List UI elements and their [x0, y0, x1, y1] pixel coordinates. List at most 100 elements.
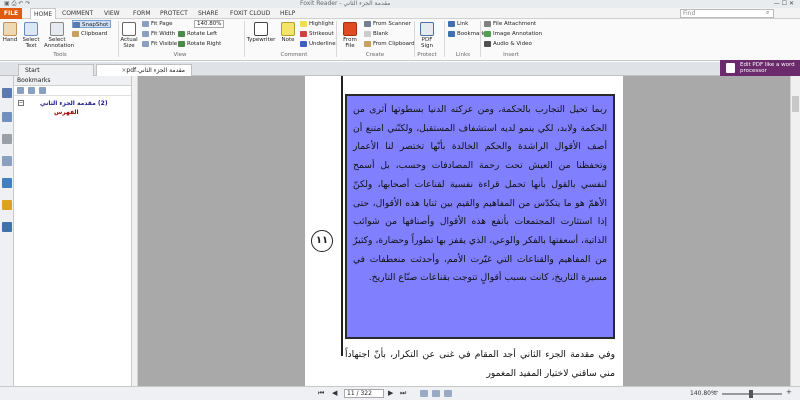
zoom-slider-knob[interactable] [749, 390, 753, 398]
highlight-button[interactable]: Highlight [300, 20, 334, 28]
collapse-toggle-icon[interactable]: − [18, 100, 24, 106]
typewriter-button[interactable]: Typewriter [246, 22, 276, 43]
fit-width-button[interactable]: Fit Width [142, 30, 175, 38]
bookmarks-header: Bookmarks [14, 76, 131, 86]
layers-panel-icon[interactable] [2, 156, 12, 166]
blank-button[interactable]: Blank [364, 30, 388, 38]
bookmark-icon [448, 30, 455, 37]
facing-view-icon[interactable] [444, 390, 452, 397]
zoom-in-icon[interactable]: + [786, 388, 792, 396]
tab-protect[interactable]: PROTECT [160, 8, 188, 19]
page-number-circle: ١١ [311, 230, 333, 252]
tab-start[interactable]: Start [18, 64, 94, 76]
ribbon-divider [336, 21, 337, 57]
rotate-left-icon [178, 30, 185, 37]
rotate-right-icon [178, 40, 185, 47]
clipboard-icon [72, 30, 79, 37]
single-page-view-icon[interactable] [420, 390, 428, 397]
blank-page-icon [364, 30, 371, 37]
previous-page-icon[interactable]: ◀ [332, 389, 337, 397]
document-tab-bar: Start مقدمة الجزء الثاني.pdf× [0, 62, 720, 76]
highlighted-paragraph[interactable]: ربما تحيل التجارب بالحكمة، ومن عركته الد… [345, 94, 615, 339]
fit-page-icon [142, 20, 149, 27]
pages-panel-icon[interactable] [2, 112, 12, 122]
tab-comment[interactable]: COMMENT [62, 8, 93, 19]
scrollbar-thumb[interactable] [792, 96, 799, 112]
page-number-input[interactable]: 11 / 322 [344, 389, 384, 398]
fit-visible-icon [142, 40, 149, 47]
group-label-protect: Protect [417, 52, 437, 58]
from-file-button[interactable]: From File [340, 22, 360, 49]
bookmark-child-item[interactable]: الفهرس [54, 109, 79, 116]
strikeout-icon [300, 30, 307, 37]
delete-bookmark-icon[interactable] [28, 87, 35, 94]
tab-share[interactable]: SHARE [198, 8, 218, 19]
actual-size-icon [122, 22, 136, 36]
snapshot-button[interactable]: SnapShot [72, 20, 112, 28]
tab-view[interactable]: VIEW [104, 8, 120, 19]
from-clipboard-button[interactable]: From Clipboard [364, 40, 415, 48]
vertical-scrollbar[interactable] [790, 76, 800, 386]
bookmark-root-item[interactable]: (2) مقدمة الجزء الثاني [40, 100, 108, 107]
links-panel-icon[interactable] [2, 222, 12, 232]
underline-icon [300, 40, 307, 47]
fit-page-button[interactable]: Fit Page [142, 20, 173, 28]
page-vertical-rule [341, 76, 343, 356]
rotate-right-button[interactable]: Rotate Right [178, 40, 221, 48]
select-annotation-button[interactable]: Select Annotation [44, 22, 74, 49]
tab-help[interactable]: HELP [280, 8, 295, 19]
quick-access-icons[interactable]: ▣ ⎙ ↶ ↷ [4, 0, 30, 8]
film-icon [484, 40, 491, 47]
actual-size-button[interactable]: Actual Size [120, 22, 138, 49]
clipboard-button[interactable]: Clipboard [72, 30, 107, 38]
tab-foxit-cloud[interactable]: FOXIT CLOUD [230, 8, 270, 19]
clipboard-icon [364, 40, 371, 47]
strikeout-button[interactable]: Strikeout [300, 30, 334, 38]
image-annotation-button[interactable]: Image Annotation [484, 30, 542, 38]
fit-visible-button[interactable]: Fit Visible [142, 40, 177, 48]
file-menu-tab[interactable]: FILE [0, 8, 22, 19]
zoom-out-icon[interactable]: − [713, 388, 719, 396]
ribbon-divider [444, 21, 445, 57]
file-attachment-button[interactable]: File Attachment [484, 20, 536, 28]
last-page-icon[interactable]: ⏭ [400, 389, 406, 398]
first-page-icon[interactable]: ⏮ [318, 389, 324, 398]
search-icon[interactable]: ⌕ [766, 9, 769, 17]
note-icon [281, 22, 295, 36]
tab-document[interactable]: مقدمة الجزء الثاني.pdf× [96, 64, 192, 76]
next-page-icon[interactable]: ▶ [388, 389, 393, 397]
attachments-panel-icon[interactable] [2, 178, 12, 188]
group-label-links: Links [455, 52, 471, 58]
zoom-select[interactable]: 140.80% [194, 20, 224, 28]
bookmarks-toolbar [14, 86, 131, 96]
group-label-view: View [173, 52, 187, 58]
tab-home[interactable]: HOME [30, 8, 57, 19]
continuous-view-icon[interactable] [432, 390, 440, 397]
ribbon-toolbar: Hand Select Text Select Annotation SnapS… [0, 19, 800, 61]
bookmarks-panel-icon[interactable] [2, 88, 12, 98]
image-icon [484, 30, 491, 37]
window-controls[interactable]: — ☐ ✕ [774, 0, 794, 7]
body-paragraph: وفي مقدمة الجزء الثاني أجد المقام في غنى… [345, 349, 615, 379]
expand-bookmark-icon[interactable] [17, 87, 24, 94]
underline-button[interactable]: Underline [300, 40, 336, 48]
security-panel-icon[interactable] [2, 200, 12, 210]
search-input[interactable]: Find [680, 9, 774, 18]
group-label-create: Create [365, 52, 385, 58]
tab-form[interactable]: FORM [133, 8, 151, 19]
audio-video-button[interactable]: Audio & Video [484, 40, 532, 48]
select-text-button[interactable]: Select Text [20, 22, 42, 49]
new-bookmark-icon[interactable] [39, 87, 46, 94]
navigation-panel-strip [0, 76, 14, 400]
link-button[interactable]: Link [448, 20, 468, 28]
ribbon-divider [480, 21, 481, 57]
edit-pdf-promo-banner[interactable]: Edit PDF like a word processor [720, 60, 800, 76]
pdf-sign-button[interactable]: PDF Sign [416, 22, 438, 49]
hand-tool-button[interactable]: Hand [2, 22, 18, 43]
pdf-file-icon [343, 22, 357, 36]
rotate-left-button[interactable]: Rotate Left [178, 30, 217, 38]
from-scanner-button[interactable]: From Scanner [364, 20, 411, 28]
link-icon [448, 20, 455, 27]
note-button[interactable]: Note [280, 22, 296, 43]
comments-panel-icon[interactable] [2, 134, 12, 144]
